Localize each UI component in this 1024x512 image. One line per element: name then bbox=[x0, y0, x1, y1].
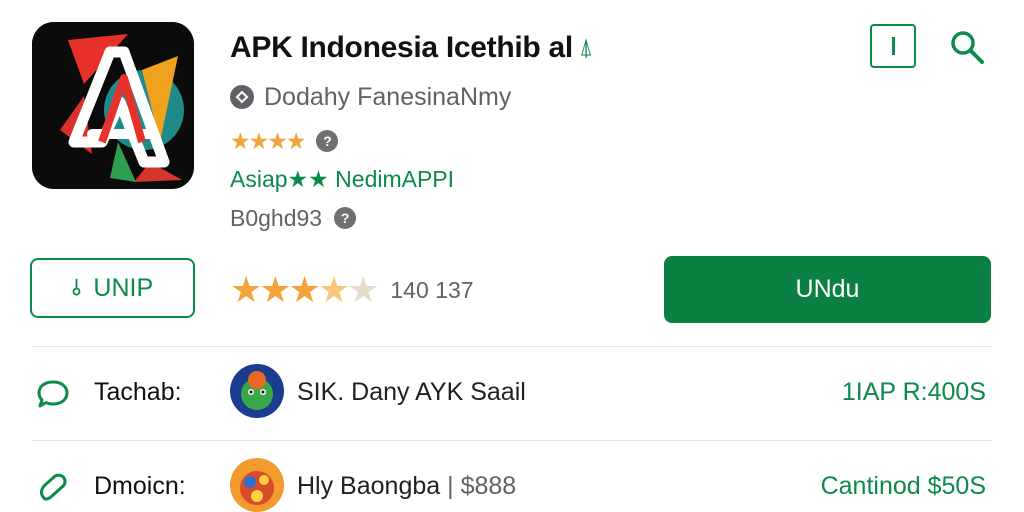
avatar bbox=[230, 364, 284, 418]
rating-stars-small: ★★★★ bbox=[230, 127, 306, 154]
divider bbox=[32, 440, 992, 441]
info-label: Dmoicn: bbox=[94, 472, 186, 500]
window-icon[interactable] bbox=[870, 24, 916, 68]
search-icon[interactable] bbox=[948, 28, 986, 66]
avatar bbox=[230, 458, 284, 512]
app-title: APK Indonesia Icethib al bbox=[230, 31, 573, 64]
info-text-main: Hly Baongba bbox=[297, 472, 441, 500]
app-title-row: APK Indonesia Icethib al ⍋ bbox=[230, 28, 593, 68]
app-logo bbox=[32, 22, 194, 189]
rating-count: 140 137 bbox=[390, 276, 474, 303]
rating-bar: ★★★★★ 140 137 bbox=[230, 269, 474, 310]
app-size: B0ghd93 bbox=[230, 204, 323, 231]
link-icon bbox=[40, 473, 67, 501]
info-label: Tachab: bbox=[94, 378, 182, 406]
cactus-icon: ⫰ bbox=[71, 275, 82, 300]
developer-row[interactable]: Dodahy FanesinaNmy bbox=[230, 80, 511, 114]
size-row: B0ghd93 ? bbox=[230, 202, 357, 234]
category-link[interactable]: Asiap★★ NedimAPPI bbox=[230, 166, 454, 193]
info-separator: | bbox=[447, 472, 454, 500]
info-value[interactable]: 1IAP R:400S bbox=[842, 378, 986, 407]
rating-stars-large: ★★★★★ bbox=[230, 269, 379, 310]
help-icon[interactable]: ? bbox=[316, 130, 339, 152]
unip-button[interactable]: ⫰ UNIP bbox=[30, 258, 195, 318]
info-text: Hly Baongba | $888 bbox=[297, 472, 516, 501]
size-help-icon[interactable]: ? bbox=[334, 207, 357, 229]
title-badge-icon: ⍋ bbox=[578, 34, 594, 61]
download-button[interactable]: UNdu bbox=[664, 256, 991, 323]
app-logo-icon bbox=[32, 22, 194, 189]
window-icon-bar bbox=[891, 37, 895, 55]
divider bbox=[32, 346, 992, 347]
info-row-dmoicn[interactable]: Dmoicn: Hly Baongba | $888 EK Cantinod $… bbox=[32, 452, 992, 512]
info-value[interactable]: Cantinod $50S bbox=[821, 472, 986, 501]
chat-bubble-icon bbox=[37, 380, 69, 408]
developer-name[interactable]: Dodahy FanesinaNmy bbox=[264, 83, 511, 112]
info-text: SIK. Dany AYK Saail bbox=[297, 378, 526, 406]
app-listing-page: APK Indonesia Icethib al ⍋ Dodahy Fanesi… bbox=[0, 0, 1024, 512]
verified-badge-icon bbox=[230, 85, 254, 109]
info-price: $888 bbox=[460, 472, 517, 500]
info-row-tachab[interactable]: Tachab: SIK. Dany AYK Saail 1IAP R:400S bbox=[32, 358, 992, 428]
unip-button-label: UNIP bbox=[93, 273, 154, 302]
rating-summary: ★★★★ ? bbox=[230, 126, 339, 156]
